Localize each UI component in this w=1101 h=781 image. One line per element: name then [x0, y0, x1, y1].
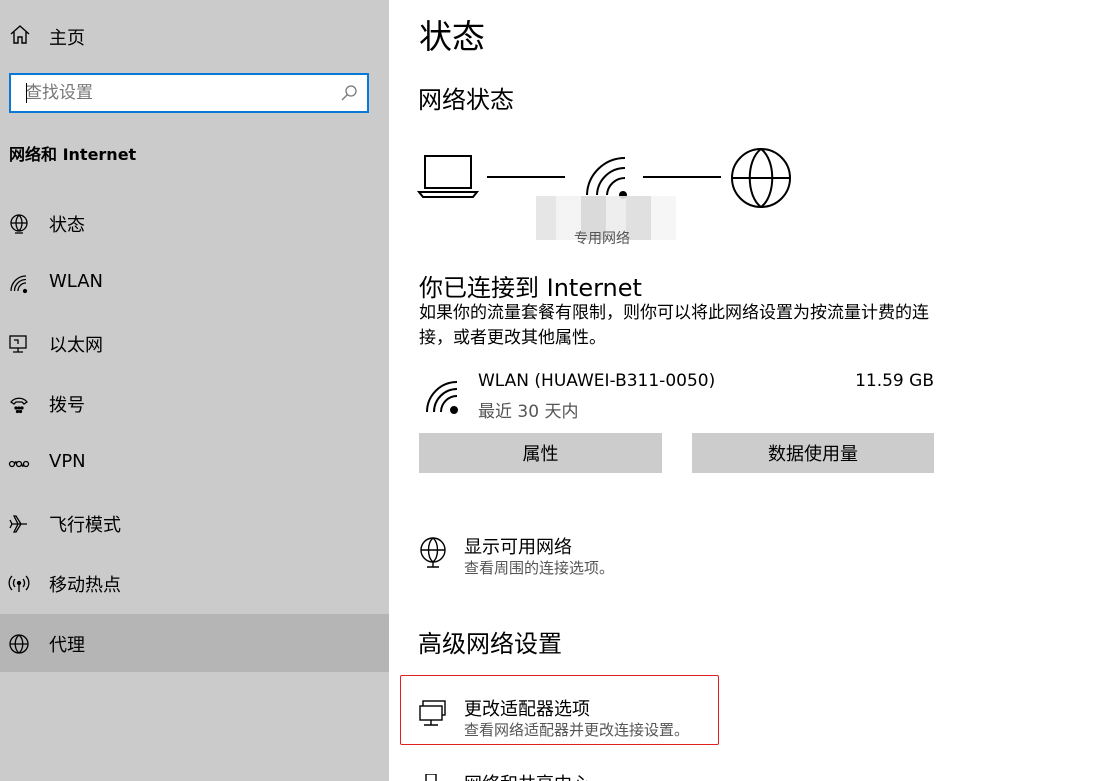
search-box[interactable] — [9, 73, 369, 113]
network-row: WLAN (HUAWEI-B311-0050) 最近 30 天内 11.59 G… — [419, 370, 934, 422]
connected-title: 你已连接到 Internet — [419, 274, 642, 302]
show-networks-subtitle: 查看周围的连接选项。 — [464, 559, 615, 577]
connected-description: 如果你的流量套餐有限制，则你可以将此网络设置为按流量计费的连接，或者更改其他属性… — [419, 303, 929, 348]
text-caret — [26, 83, 27, 103]
main-content: 状态 网络状态 专用网络 你已连接到 Internet 如果你的流量套餐有限制，… — [389, 0, 1101, 781]
page-title: 状态 — [419, 17, 485, 56]
network-usage: 11.59 GB — [855, 371, 934, 391]
vpn-icon — [8, 453, 30, 475]
wifi-icon — [8, 273, 30, 295]
show-networks-link[interactable]: 显示可用网络 查看周围的连接选项。 — [419, 533, 739, 583]
sidebar-item-proxy[interactable]: 代理 — [0, 614, 389, 672]
properties-button[interactable]: 属性 — [419, 433, 662, 473]
change-adapter-link[interactable]: 更改适配器选项 查看网络适配器并更改连接设置。 — [419, 695, 739, 745]
sidebar-item-label: VPN — [49, 451, 86, 472]
sidebar-item-label: 移动热点 — [49, 575, 121, 596]
network-status-title: 网络状态 — [418, 86, 514, 114]
home-icon — [9, 24, 31, 50]
dialup-icon — [8, 393, 30, 415]
sidebar-item-label: 飞行模式 — [49, 515, 121, 536]
change-adapter-title: 更改适配器选项 — [464, 699, 590, 720]
sharing-center-icon — [419, 773, 449, 781]
status-icon — [8, 213, 30, 235]
sidebar-item-ethernet[interactable]: 以太网 — [0, 314, 389, 372]
sidebar-item-wlan[interactable]: WLAN — [0, 254, 389, 312]
ethernet-icon — [8, 333, 30, 355]
sidebar-home-label: 主页 — [49, 28, 85, 49]
network-name: WLAN (HUAWEI-B311-0050) — [478, 371, 716, 391]
globe-icon — [419, 537, 449, 573]
sidebar-item-label: 拨号 — [49, 395, 85, 416]
laptop-icon — [417, 155, 480, 198]
sidebar-item-label: WLAN — [49, 271, 104, 292]
search-input[interactable] — [11, 75, 345, 111]
sidebar-item-hotspot[interactable]: 移动热点 — [0, 554, 389, 612]
sharing-center-title: 网络和共享中心 — [464, 770, 590, 781]
search-icon[interactable] — [340, 84, 358, 106]
sharing-center-link[interactable]: 网络和共享中心 — [419, 768, 739, 781]
sidebar: 主页 网络和 Internet 状态 WLAN — [0, 0, 389, 781]
show-networks-title: 显示可用网络 — [464, 537, 572, 558]
hotspot-icon — [8, 573, 30, 595]
sidebar-item-dialup[interactable]: 拨号 — [0, 374, 389, 432]
airplane-icon — [8, 513, 30, 535]
globe-icon — [8, 633, 30, 655]
adapter-icon — [419, 699, 449, 735]
advanced-settings-title: 高级网络设置 — [418, 630, 562, 658]
sidebar-item-status[interactable]: 状态 — [0, 194, 389, 252]
wifi-icon — [586, 157, 627, 199]
network-period: 最近 30 天内 — [478, 402, 579, 422]
sidebar-item-vpn[interactable]: VPN — [0, 434, 389, 492]
wifi-icon — [425, 380, 459, 418]
sidebar-item-label: 状态 — [49, 215, 85, 236]
network-type-label: 专用网络 — [574, 231, 630, 247]
sidebar-item-label: 以太网 — [49, 335, 103, 356]
sidebar-item-airplane[interactable]: 飞行模式 — [0, 494, 389, 552]
change-adapter-subtitle: 查看网络适配器并更改连接设置。 — [464, 721, 690, 739]
sidebar-section-title: 网络和 Internet — [9, 145, 137, 164]
sidebar-home[interactable]: 主页 — [0, 14, 389, 56]
sidebar-item-label: 代理 — [49, 635, 85, 656]
globe-icon — [731, 148, 791, 208]
data-usage-button[interactable]: 数据使用量 — [692, 433, 934, 473]
